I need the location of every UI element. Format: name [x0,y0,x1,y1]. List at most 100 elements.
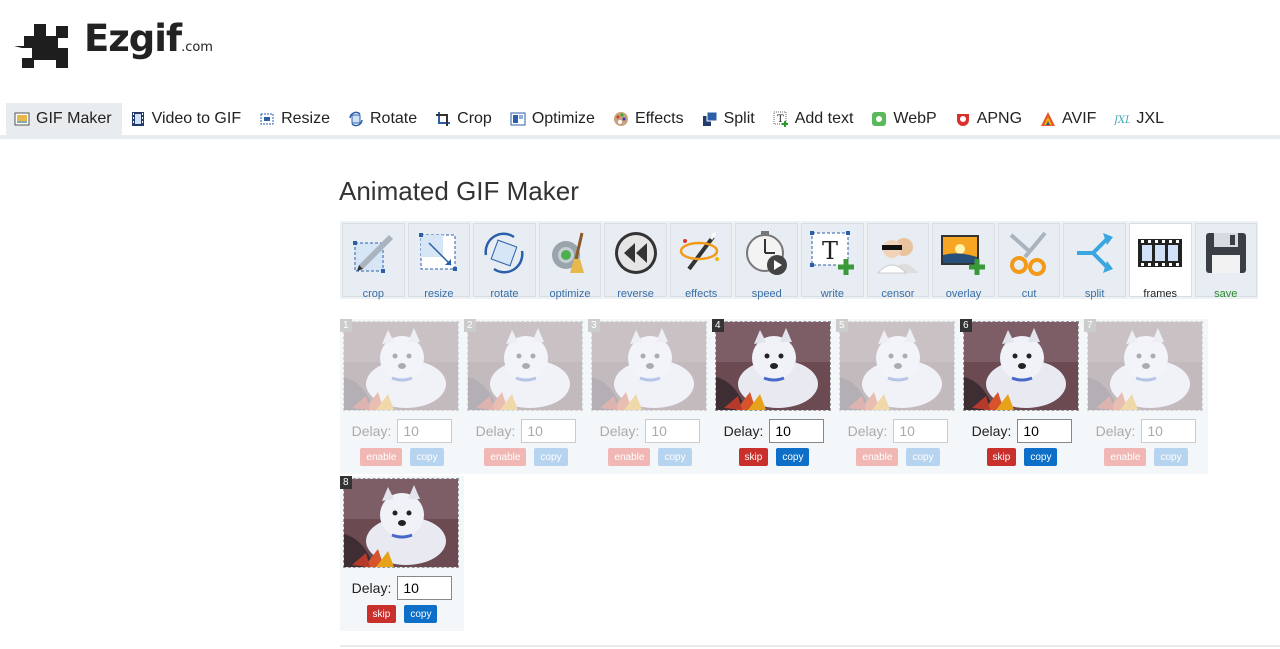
copy-button[interactable]: copy [1024,448,1058,466]
tool-label: rotate [490,288,519,300]
frame-actions: enable copy [340,448,464,466]
delay-input[interactable] [1017,419,1073,443]
save-icon [1202,224,1250,282]
tool-frames-button[interactable]: frames [1128,223,1192,300]
frame-card: 7 Delay: enable copy [1084,319,1208,474]
tool-label: speed [751,288,782,300]
nav-item-crop[interactable]: Crop [427,103,502,135]
enable-button[interactable]: enable [360,448,403,466]
site-logo[interactable]: Ezgif.com [12,18,213,70]
skip-button[interactable]: skip [366,605,397,623]
tool-rotate-button[interactable]: rotate [473,223,536,300]
delay-input[interactable] [397,419,453,443]
nav-item-label: APNG [976,110,1023,127]
frame-number: 3 [588,319,600,332]
nav-item-avif[interactable]: AVIF [1032,103,1106,135]
rotate-icon [480,224,528,282]
tool-save-button[interactable]: save [1194,223,1258,300]
nav-item-add-text[interactable]: T Add text [765,103,864,135]
nav-item-video-to-gif[interactable]: Video to GIF [122,103,252,135]
nav-item-effects[interactable]: Effects [605,103,694,135]
nav-item-split[interactable]: Split [694,103,765,135]
nav-item-webp[interactable]: WebP [863,103,946,135]
nav-item-label: Resize [281,110,330,127]
frame-actions: enable copy [836,448,960,466]
tool-crop-button[interactable]: crop [342,223,405,300]
copy-button[interactable]: copy [1154,448,1188,466]
delay-input[interactable] [1141,419,1197,443]
tool-label: optimize [549,288,591,300]
split-icon [702,111,718,127]
tool-effects-button[interactable]: effects [669,223,733,300]
main-nav: GIF Maker Video to GIF Resize Rotate Crop Opt… [6,103,1174,135]
page-title: Animated GIF Maker [339,176,579,206]
frame-number: 8 [340,476,352,489]
nav-item-optimize[interactable]: Optimize [502,103,605,135]
puzzle-logo-icon [12,18,76,70]
tool-label: save [1214,288,1238,300]
delay-label: Delay: [351,580,392,596]
frame-thumbnail [591,321,707,411]
frame-card: 3 Delay: enable copy [588,319,712,474]
enable-button[interactable]: enable [484,448,527,466]
svg-text:JXL: JXL [1114,115,1130,126]
nav-item-jxl[interactable]: JXL JXL [1106,103,1174,135]
svg-text:T: T [822,237,838,265]
tool-label: write [820,288,844,300]
frame-actions: skip copy [712,448,836,466]
frame-number: 2 [464,319,476,332]
tool-label: overlay [945,288,982,300]
frame-card: 5 Delay: enable copy [836,319,960,474]
cut-icon [1005,224,1053,282]
frame-number: 6 [960,319,972,332]
reverse-icon [612,224,660,282]
tool-overlay-button[interactable]: overlay [932,223,995,300]
enable-button[interactable]: enable [608,448,651,466]
delay-row: Delay: [836,419,960,443]
frame-thumbnail [839,321,955,411]
overlay-icon [939,224,987,282]
nav-item-label: GIF Maker [36,110,112,127]
optimize-icon [510,111,526,127]
tool-optimize-button[interactable]: optimize [538,223,602,300]
tool-reverse-button[interactable]: reverse [604,223,667,300]
nav-item-apng[interactable]: APNG [947,103,1032,135]
delay-input[interactable] [893,419,949,443]
enable-button[interactable]: enable [1104,448,1147,466]
nav-item-resize[interactable]: Resize [251,103,340,135]
webp-icon [871,111,887,127]
copy-button[interactable]: copy [658,448,692,466]
tool-write-button[interactable]: Twrite [801,223,864,300]
tool-cut-button[interactable]: cut [997,223,1061,300]
tool-split-button[interactable]: split [1063,223,1126,300]
delay-input[interactable] [645,419,701,443]
frame-thumbnail [467,321,583,411]
delay-input[interactable] [521,419,577,443]
copy-button[interactable]: copy [404,605,438,623]
copy-button[interactable]: copy [410,448,444,466]
censor-icon [874,224,922,282]
apng-icon [955,111,971,127]
delay-input[interactable] [769,419,825,443]
copy-button[interactable]: copy [776,448,810,466]
copy-button[interactable]: copy [534,448,568,466]
film-icon [130,111,146,127]
copy-button[interactable]: copy [906,448,940,466]
frame-actions: skip copy [960,448,1084,466]
tool-resize-button[interactable]: resize [407,223,471,300]
delay-row: Delay: [340,576,464,600]
tool-censor-button[interactable]: censor [866,223,930,300]
nav-item-gif-maker[interactable]: GIF Maker [6,103,122,135]
palette-icon [613,111,629,127]
nav-item-rotate[interactable]: Rotate [340,103,427,135]
delay-input[interactable] [397,576,453,600]
nav-item-label: JXL [1136,110,1164,127]
nav-item-label: Video to GIF [151,110,242,127]
enable-button[interactable]: enable [856,448,899,466]
skip-button[interactable]: skip [738,448,769,466]
frame-actions: enable copy [588,448,712,466]
skip-button[interactable]: skip [986,448,1017,466]
delay-label: Delay: [475,423,516,439]
tool-speed-button[interactable]: speed [735,223,799,300]
frame-thumbnail [963,321,1079,411]
